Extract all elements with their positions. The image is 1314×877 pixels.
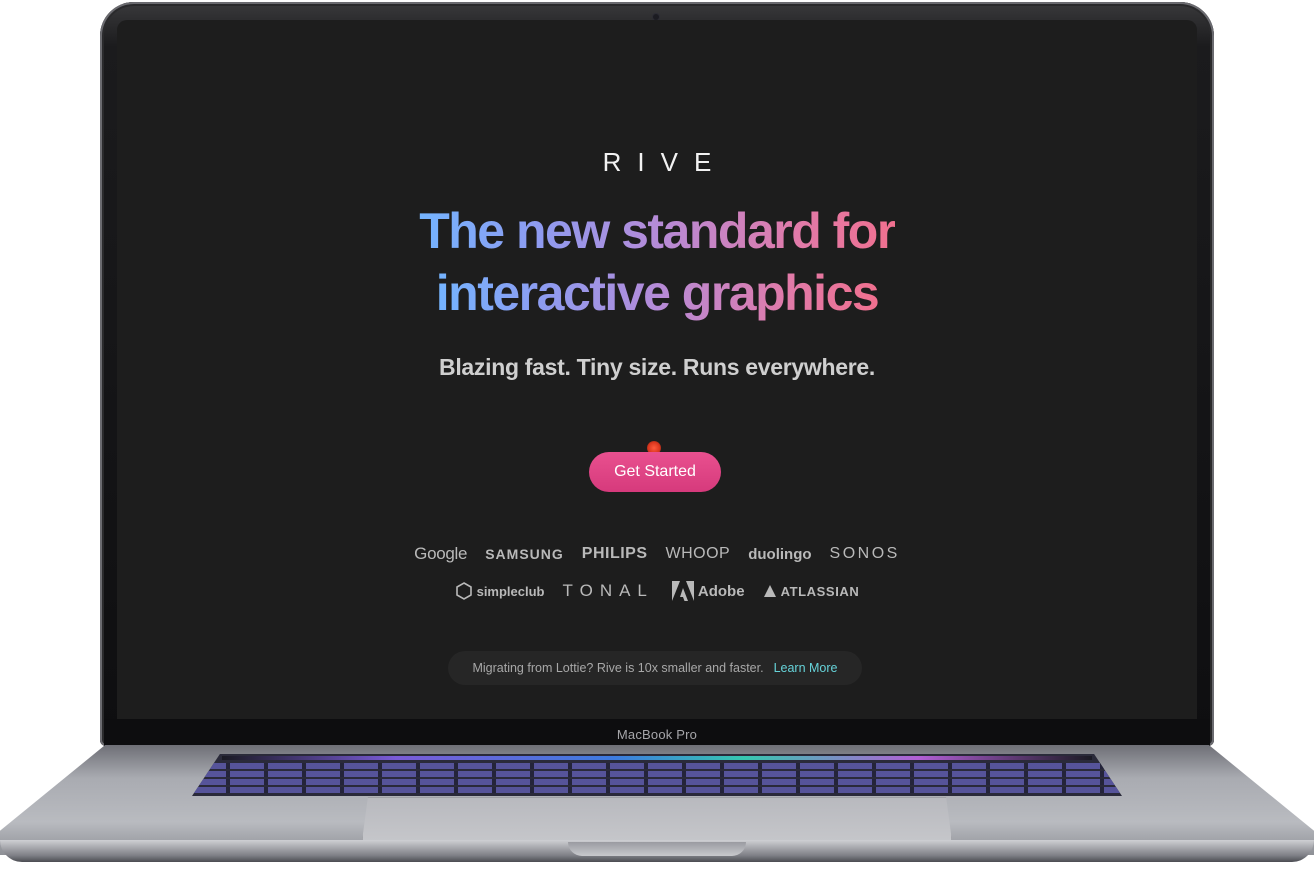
lottie-migration-notice: Migrating from Lottie? Rive is 10x small… (448, 651, 862, 685)
hero-headline: The new standard for interactive graphic… (117, 200, 1197, 324)
key-row (192, 779, 1122, 785)
notice-text: Migrating from Lottie? Rive is 10x small… (472, 661, 764, 675)
key-row (192, 771, 1122, 777)
google-logo: Google (414, 544, 468, 563)
duolingo-logo: duolingo (748, 545, 812, 563)
get-started-button[interactable]: Get Started (589, 452, 721, 492)
touch-bar (222, 756, 1092, 760)
partner-logos-row-1: Google SAMSUNG PHILIPS WHOOP duolingo SO… (117, 544, 1197, 564)
adobe-logo: Adobe (671, 581, 745, 601)
samsung-logo: SAMSUNG (485, 546, 564, 562)
rive-logo[interactable]: RIVE (117, 147, 1197, 178)
simpleclub-logo: simpleclub (455, 582, 545, 600)
atlassian-label: ATLASSIAN (780, 583, 860, 599)
sonos-logo: SONOS (829, 545, 900, 562)
adobe-logo-icon (671, 581, 694, 601)
browser-screen: RIVE The new standard for interactive gr… (117, 20, 1197, 719)
keyboard (192, 754, 1122, 796)
whoop-logo: WHOOP (665, 545, 731, 562)
key-row (192, 763, 1122, 769)
atlassian-logo: ATLASSIAN (763, 584, 860, 599)
adobe-label: Adobe (697, 582, 745, 600)
tonal-logo: TONAL (562, 581, 654, 600)
philips-logo: PHILIPS (581, 545, 648, 562)
trackpad (362, 797, 952, 841)
hero-subheadline: Blazing fast. Tiny size. Runs everywhere… (439, 354, 875, 380)
atlassian-logo-icon (763, 585, 776, 597)
simpleclub-label: simpleclub (476, 583, 545, 599)
headline-line-1: The new standard for (419, 200, 896, 262)
macbook-pro-label: MacBook Pro (616, 727, 698, 742)
key-row (192, 787, 1122, 793)
learn-more-link[interactable]: Learn More (774, 661, 838, 675)
laptop-mockup: RIVE The new standard for interactive gr… (0, 0, 1314, 877)
simpleclub-hexagon-icon (455, 582, 472, 600)
partner-logos-row-2: simpleclub TONAL Adobe ATLASSIAN (117, 581, 1197, 601)
lid-opening-notch (568, 842, 746, 856)
headline-line-2: interactive graphics (436, 262, 880, 324)
